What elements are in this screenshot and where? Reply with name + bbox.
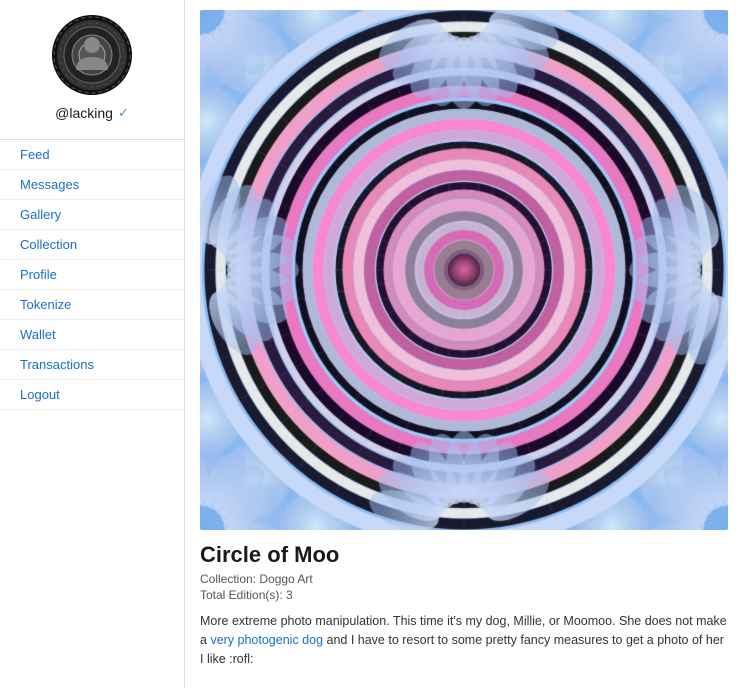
username-row: @lacking ✓: [55, 105, 129, 121]
artwork-image-container: [200, 10, 728, 530]
username-label: @lacking: [55, 105, 113, 121]
nav-link-transactions[interactable]: Transactions: [0, 350, 184, 380]
main-content: Circle of Moo Collection: Doggo Art Tota…: [185, 0, 743, 688]
nav-item-tokenize[interactable]: Tokenize: [0, 290, 184, 320]
nav-list: Feed Messages Gallery Collection Profile…: [0, 139, 184, 410]
highlight-text: very photogenic dog: [210, 633, 323, 647]
nav-item-messages[interactable]: Messages: [0, 170, 184, 200]
nav-link-wallet[interactable]: Wallet: [0, 320, 184, 350]
nav-link-feed[interactable]: Feed: [0, 140, 184, 170]
nav-link-messages[interactable]: Messages: [0, 170, 184, 200]
sidebar: @lacking ✓ Feed Messages Gallery Collect…: [0, 0, 185, 688]
nav-item-feed[interactable]: Feed: [0, 140, 184, 170]
nav-link-tokenize[interactable]: Tokenize: [0, 290, 184, 320]
artwork-title: Circle of Moo: [200, 542, 728, 568]
nav-item-logout[interactable]: Logout: [0, 380, 184, 410]
nav-item-transactions[interactable]: Transactions: [0, 350, 184, 380]
avatar: [52, 15, 132, 95]
nav-item-wallet[interactable]: Wallet: [0, 320, 184, 350]
nav-link-logout[interactable]: Logout: [0, 380, 184, 410]
nav-link-gallery[interactable]: Gallery: [0, 200, 184, 230]
nav-item-collection[interactable]: Collection: [0, 230, 184, 260]
artwork-collection: Collection: Doggo Art: [200, 572, 728, 586]
artwork-description: More extreme photo manipulation. This ti…: [200, 612, 728, 668]
nav-item-gallery[interactable]: Gallery: [0, 200, 184, 230]
nav-link-profile[interactable]: Profile: [0, 260, 184, 290]
artwork-editions: Total Edition(s): 3: [200, 588, 728, 602]
artwork-image: [200, 10, 728, 530]
nav-item-profile[interactable]: Profile: [0, 260, 184, 290]
verified-icon: ✓: [118, 105, 129, 121]
nav-link-collection[interactable]: Collection: [0, 230, 184, 260]
